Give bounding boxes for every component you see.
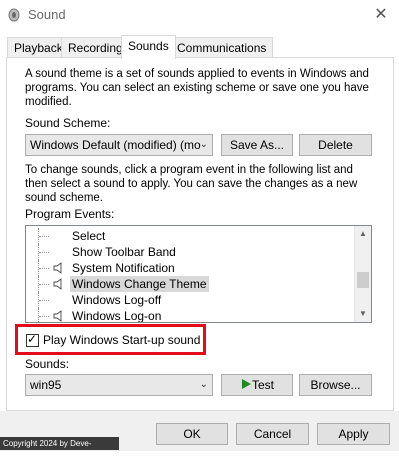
copyright-watermark: Copyright 2024 by Deve-point.com <box>0 437 119 461</box>
speaker-icon <box>8 8 20 22</box>
delete-button[interactable]: Delete <box>299 134 372 156</box>
play-startup-checkbox[interactable] <box>26 332 39 347</box>
list-item[interactable]: Select <box>26 228 356 244</box>
scroll-down-icon[interactable]: ▼ <box>355 306 371 322</box>
event-label: Windows Log-on <box>72 309 162 323</box>
tab-communications[interactable]: Communications <box>170 37 274 58</box>
event-label-selected: Windows Change Theme <box>70 276 209 292</box>
program-events-list[interactable]: Select Show Toolbar Band System Notifica… <box>25 225 372 323</box>
sound-select[interactable]: win95 ⌄ <box>25 374 213 396</box>
list-item[interactable]: System Notification <box>26 260 356 276</box>
events-description: To change sounds, click a program event … <box>25 164 358 204</box>
sound-scheme-select[interactable]: Windows Default (modified) (mo ⌄ <box>25 134 213 156</box>
close-icon: ✕ <box>374 6 388 23</box>
list-item[interactable]: Windows Log-on <box>26 308 356 323</box>
speaker-icon <box>53 262 62 274</box>
event-label: Show Toolbar Band <box>72 245 176 259</box>
scroll-thumb[interactable] <box>357 272 369 288</box>
list-item[interactable]: Windows Change Theme <box>26 276 356 292</box>
close-button[interactable]: ✕ <box>366 3 396 27</box>
browse-button[interactable]: Browse... <box>299 374 372 396</box>
window-title: Sound <box>28 7 66 22</box>
event-label: System Notification <box>72 261 175 275</box>
save-as-button[interactable]: Save As... <box>221 134 293 156</box>
test-label: Test <box>251 378 274 392</box>
tab-recording[interactable]: Recording <box>61 37 130 58</box>
list-item[interactable]: Windows Log-off <box>26 292 356 308</box>
vertical-scrollbar[interactable]: ▲ ▼ <box>354 226 371 322</box>
event-label: Select <box>72 229 106 243</box>
scroll-up-icon[interactable]: ▲ <box>355 226 371 242</box>
scheme-description: A sound theme is a set of sounds applied… <box>25 68 369 108</box>
speaker-icon <box>53 278 62 290</box>
scheme-label: Sound Scheme: <box>25 116 111 130</box>
tab-sounds[interactable]: Sounds <box>121 35 176 59</box>
event-label: Windows Log-off <box>72 293 162 307</box>
cancel-button[interactable]: Cancel <box>236 423 309 445</box>
sound-value: win95 <box>30 378 62 392</box>
ok-button[interactable]: OK <box>156 423 228 445</box>
play-icon <box>241 379 251 389</box>
apply-button[interactable]: Apply <box>317 423 390 445</box>
sounds-label: Sounds: <box>25 357 70 371</box>
chevron-down-icon: ⌄ <box>199 139 208 150</box>
title-bar: Sound ✕ <box>0 0 399 30</box>
sound-scheme-value: Windows Default (modified) (mo <box>30 138 201 152</box>
chevron-down-icon: ⌄ <box>199 379 208 390</box>
speaker-icon <box>53 310 62 322</box>
play-startup-label[interactable]: Play Windows Start-up sound <box>43 333 200 347</box>
test-button[interactable]: Test <box>221 374 293 396</box>
program-events-label: Program Events: <box>25 207 115 221</box>
list-item[interactable]: Show Toolbar Band <box>26 244 356 260</box>
